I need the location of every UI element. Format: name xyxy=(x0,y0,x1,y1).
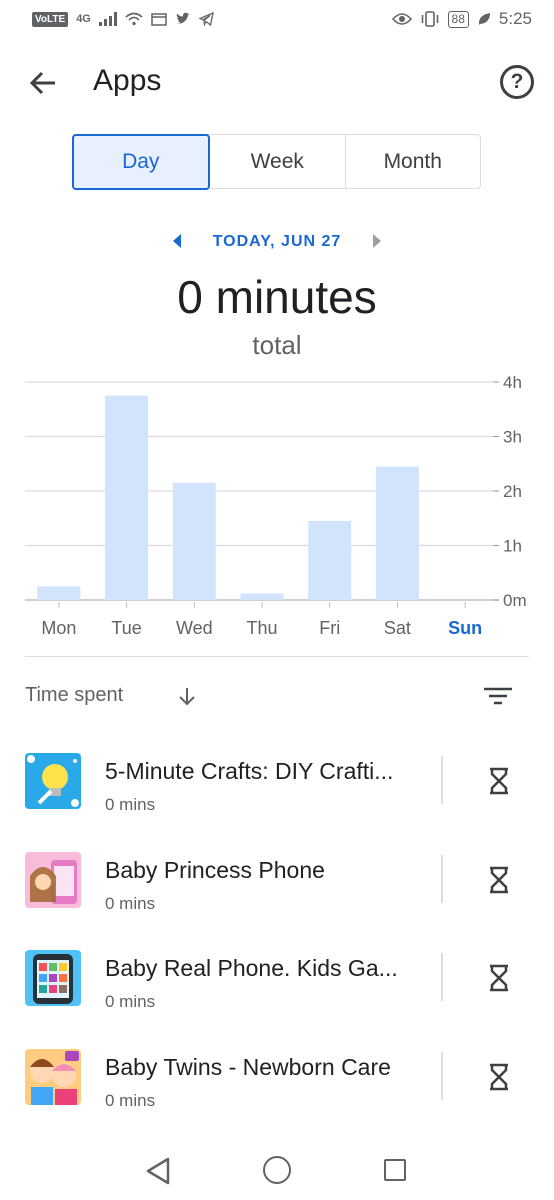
app-bar: Apps ? xyxy=(0,48,554,116)
baby-twins-icon xyxy=(25,1048,81,1105)
app-time: 0 mins xyxy=(105,992,156,1011)
eye-icon xyxy=(391,13,412,25)
x-tick-label: Sat xyxy=(384,618,411,638)
baby-real-phone-icon xyxy=(25,950,81,1006)
x-tick-label: Fri xyxy=(319,618,340,638)
page-title: Apps xyxy=(93,64,162,97)
chart-divider xyxy=(25,656,529,657)
hourglass-icon xyxy=(490,767,508,795)
leaf-icon xyxy=(478,13,490,25)
arrow-back-icon xyxy=(29,71,55,95)
clock: 5:25 xyxy=(498,9,532,28)
nav-back-icon[interactable] xyxy=(144,1156,174,1186)
app-time: 0 mins xyxy=(105,1090,156,1110)
bar-thu xyxy=(240,593,284,600)
vibrate-icon xyxy=(421,11,438,27)
app-timer-button[interactable] xyxy=(484,1061,514,1093)
app-timer-button[interactable] xyxy=(484,765,514,797)
total-time-label: total xyxy=(252,330,302,360)
app-time: 0 mins xyxy=(105,795,156,814)
list-item[interactable]: Baby Real Phone. Kids Ga... 0 mins xyxy=(0,937,554,1036)
help-button[interactable]: ? xyxy=(500,65,534,99)
status-right: 88 5:25 xyxy=(391,9,532,29)
x-tick-label: Wed xyxy=(176,618,213,638)
nav-recents-icon[interactable] xyxy=(384,1159,406,1181)
period-tabs: Day Week Month xyxy=(71,133,481,190)
bar-sat xyxy=(375,466,419,600)
x-tick-label: Thu xyxy=(246,618,277,638)
telegram-icon xyxy=(198,12,214,26)
sort-row: Time spent xyxy=(25,676,529,716)
usage-bar-chart: 0m 1h 2h 3h 4h Mon Tue Wed Thu Fri Sat Sun xyxy=(25,373,527,638)
tab-week[interactable]: Week xyxy=(210,135,346,188)
arrow-down-icon[interactable] xyxy=(175,682,199,710)
list-item[interactable]: 5-Minute Crafts: DIY Crafti... 0 mins xyxy=(0,740,554,839)
app-name: Baby Real Phone. Kids Ga... xyxy=(105,955,398,981)
signal-icon xyxy=(98,12,117,26)
bar-fri xyxy=(308,520,352,600)
row-separator xyxy=(441,1051,443,1100)
y-tick-label: 2h xyxy=(503,482,522,501)
row-separator xyxy=(441,756,443,804)
app-name: Baby Twins - Newborn Care xyxy=(105,1053,391,1080)
list-item[interactable]: Baby Princess Phone 0 mins xyxy=(0,839,554,938)
date-label: TODAY, JUN 27 xyxy=(212,233,342,250)
status-bar: VoLTE 4G 88 5:25 xyxy=(0,0,554,38)
network-type: 4G xyxy=(76,13,91,25)
baby-princess-phone-icon xyxy=(25,851,81,908)
row-separator xyxy=(441,953,443,1001)
hourglass-icon xyxy=(490,964,508,992)
app-timer-button[interactable] xyxy=(484,864,514,896)
tab-month[interactable]: Month xyxy=(346,135,481,188)
triangle-right-icon xyxy=(373,234,381,248)
status-left: VoLTE 4G xyxy=(32,11,214,27)
system-nav-bar xyxy=(0,1140,554,1200)
twitter-icon xyxy=(175,12,190,24)
wifi-icon xyxy=(125,12,143,26)
list-item[interactable]: Baby Twins - Newborn Care 0 mins xyxy=(0,1036,554,1135)
y-tick-label: 1h xyxy=(503,537,522,556)
x-tick-label: Tue xyxy=(111,618,141,638)
y-tick-label: 0m xyxy=(503,591,527,610)
back-button[interactable] xyxy=(22,62,64,104)
calendar-icon xyxy=(151,13,167,26)
battery-level: 88 xyxy=(447,10,469,28)
hourglass-icon xyxy=(490,866,508,893)
bar-wed xyxy=(172,482,216,600)
date-navigator: TODAY, JUN 27 xyxy=(0,226,554,256)
volte-badge: VoLTE xyxy=(32,11,69,27)
app-timer-button[interactable] xyxy=(484,962,514,994)
total-time-value: 0 minutes xyxy=(177,271,377,323)
help-icon: ? xyxy=(510,70,524,93)
bar-tue xyxy=(105,395,149,600)
tab-day[interactable]: Day xyxy=(71,133,210,190)
app-time: 0 mins xyxy=(105,893,156,913)
crafts-lightbulb-icon xyxy=(25,753,81,809)
x-tick-label: Mon xyxy=(41,618,76,638)
app-name: Baby Princess Phone xyxy=(105,856,325,883)
y-tick-label: 3h xyxy=(503,428,522,447)
row-separator xyxy=(441,854,443,903)
filter-list-icon[interactable] xyxy=(481,682,515,710)
app-list: 5-Minute Crafts: DIY Crafti... 0 mins Ba… xyxy=(0,740,554,1134)
nav-home-icon[interactable] xyxy=(263,1156,291,1184)
sort-label[interactable]: Time spent xyxy=(25,684,123,707)
hourglass-icon xyxy=(490,1063,508,1090)
bar-mon xyxy=(37,586,81,600)
next-day-button[interactable] xyxy=(366,230,388,252)
app-name: 5-Minute Crafts: DIY Crafti... xyxy=(105,758,394,784)
x-tick-label: Sun xyxy=(448,618,482,638)
y-tick-label: 4h xyxy=(503,373,522,392)
